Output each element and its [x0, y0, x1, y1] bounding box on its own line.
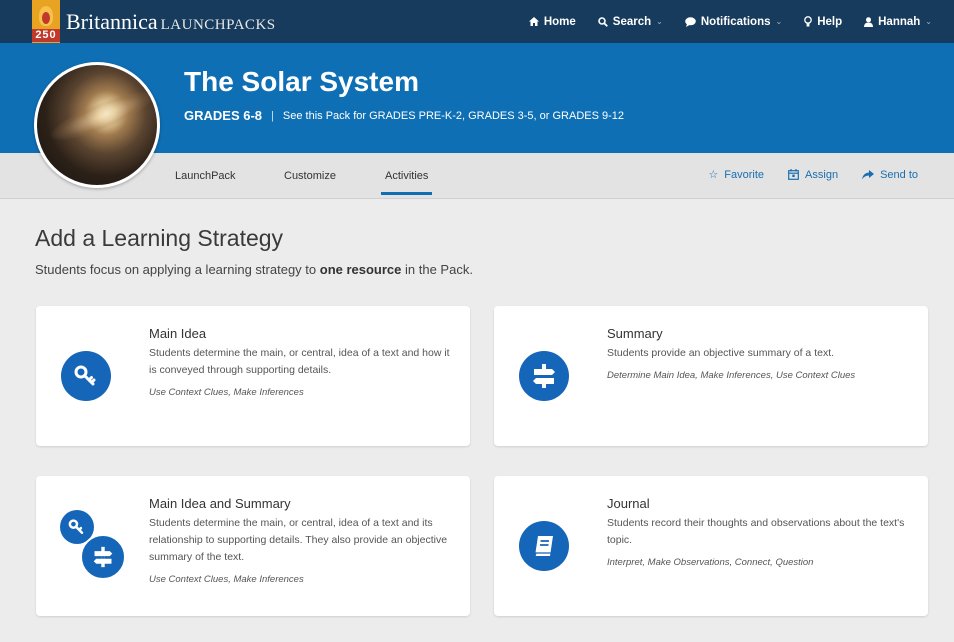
page-title: Add a Learning Strategy — [35, 225, 284, 251]
pack-cover-image — [34, 62, 160, 188]
calendar-icon — [788, 169, 799, 180]
logo-wordmark: Britannica LAUNCHPACKS — [66, 9, 276, 35]
nav-help[interactable]: Help — [804, 16, 842, 28]
nav-search-label: Search — [612, 15, 652, 28]
strategy-description: Students record their thoughts and obser… — [607, 517, 905, 546]
tab-customize[interactable]: Customize — [284, 170, 336, 182]
nav-home-label: Home — [543, 15, 576, 28]
britannica-250-badge-icon: 250 — [32, 0, 60, 43]
strategy-skills: Use Context Clues, Make Inferences — [149, 574, 304, 585]
lightbulb-icon — [804, 16, 813, 27]
assign-button[interactable]: Assign — [788, 168, 838, 181]
logo-number: 250 — [32, 29, 60, 42]
strategy-description: Students determine the main, or central,… — [149, 517, 448, 563]
signpost-icon — [80, 534, 126, 580]
nav-help-label: Help — [817, 15, 843, 28]
star-icon: ☆ — [708, 169, 719, 181]
favorite-label: Favorite — [724, 168, 765, 181]
share-arrow-icon — [862, 169, 875, 179]
assign-label: Assign — [805, 168, 839, 181]
pack-title: The Solar System — [184, 66, 419, 97]
page-description: Students focus on applying a learning st… — [35, 262, 473, 277]
logo-product: LAUNCHPACKS — [160, 16, 276, 33]
pack-grade: GRADES 6-8 — [184, 108, 263, 123]
nav-search[interactable]: Search ⌄ — [597, 15, 663, 28]
chevron-down-icon: ⌄ — [925, 17, 932, 26]
strategy-description: Students determine the main, or central,… — [149, 347, 450, 376]
journal-icon — [519, 521, 569, 571]
strategy-card-summary[interactable]: Summary Students provide an objective su… — [494, 306, 928, 446]
strategy-description: Students provide an objective summary of… — [607, 347, 835, 359]
other-grades-link[interactable]: See this Pack for GRADES PRE-K-2, GRADES… — [283, 110, 624, 122]
strategy-card-journal[interactable]: Journal Students record their thoughts a… — [494, 476, 928, 616]
send-to-label: Send to — [880, 168, 918, 181]
strategy-title: Main Idea — [149, 326, 207, 341]
strategy-title: Journal — [607, 496, 650, 511]
home-icon — [528, 17, 539, 26]
top-navigation-bar: 250 Britannica LAUNCHPACKS Home Search ⌄ … — [0, 0, 954, 43]
nav-user-label: Hannah — [878, 15, 921, 28]
search-icon — [597, 16, 608, 27]
grade-separator: | — [271, 109, 274, 122]
logo-brand: Britannica — [66, 8, 158, 34]
desc-after: in the Pack. — [401, 262, 473, 277]
chevron-down-icon: ⌄ — [656, 17, 663, 26]
nav-home[interactable]: Home — [528, 15, 576, 28]
favorite-button[interactable]: ☆ Favorite — [708, 168, 765, 182]
strategy-skills: Interpret, Make Observations, Connect, Q… — [607, 557, 814, 568]
strategy-card-main-idea-and-summary[interactable]: Main Idea and Summary Students determine… — [36, 476, 470, 616]
speech-bubble-icon — [685, 16, 696, 27]
desc-before: Students focus on applying a learning st… — [35, 262, 320, 277]
desc-bold: one resource — [319, 262, 402, 277]
chevron-down-icon: ⌄ — [775, 17, 783, 26]
tab-activities[interactable]: Activities — [380, 170, 433, 195]
strategy-card-main-idea[interactable]: Main Idea Students determine the main, o… — [36, 306, 470, 446]
nav-notifications[interactable]: Notifications ⌄ — [685, 16, 782, 28]
strategy-skills: Use Context Clues, Make Inferences — [149, 387, 304, 398]
nav-notifications-label: Notifications — [700, 15, 771, 28]
signpost-icon — [519, 351, 569, 401]
top-nav-menu: Home Search ⌄ Notifications ⌄ Help Hanna… — [528, 0, 932, 43]
strategy-title: Main Idea and Summary — [149, 496, 291, 511]
tab-launchpack[interactable]: LaunchPack — [175, 170, 236, 182]
key-icon — [61, 351, 111, 401]
nav-user-menu[interactable]: Hannah ⌄ — [864, 16, 932, 28]
strategy-skills: Determine Main Idea, Make Inferences, Us… — [607, 370, 856, 381]
strategy-title: Summary — [607, 326, 663, 341]
send-to-button[interactable]: Send to — [862, 168, 918, 181]
pack-actions: ☆ Favorite Assign Send to — [708, 168, 918, 182]
user-icon — [864, 16, 874, 27]
britannica-launchpacks-logo[interactable]: 250 Britannica LAUNCHPACKS — [32, 0, 276, 43]
pack-grade-line: GRADES 6-8 | See this Pack for GRADES PR… — [184, 108, 624, 123]
